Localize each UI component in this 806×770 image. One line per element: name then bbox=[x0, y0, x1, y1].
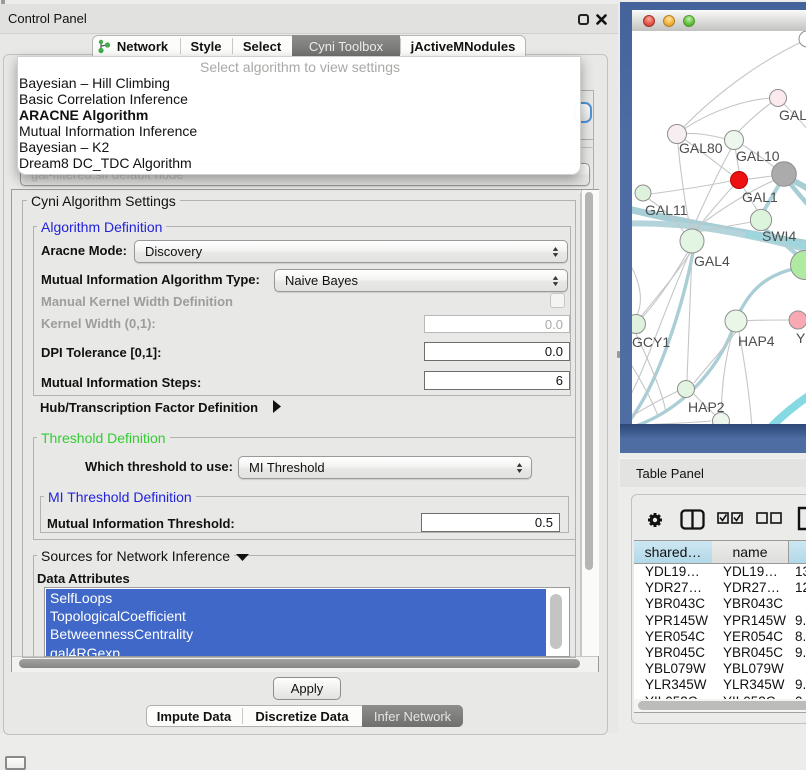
svg-text:SWI4: SWI4 bbox=[762, 228, 796, 244]
svg-text:GAL80: GAL80 bbox=[679, 140, 723, 156]
svg-text:GAL: GAL bbox=[779, 107, 806, 123]
svg-text:Y: Y bbox=[796, 330, 806, 346]
svg-text:HAP4: HAP4 bbox=[738, 333, 775, 349]
svg-text:GAL1: GAL1 bbox=[742, 189, 778, 205]
svg-text:GCY1: GCY1 bbox=[632, 334, 670, 350]
svg-text:GAL11: GAL11 bbox=[645, 202, 688, 218]
svg-text:GAL4: GAL4 bbox=[694, 253, 730, 269]
svg-text:HAP2: HAP2 bbox=[688, 399, 725, 415]
svg-text:GAL10: GAL10 bbox=[736, 148, 780, 164]
